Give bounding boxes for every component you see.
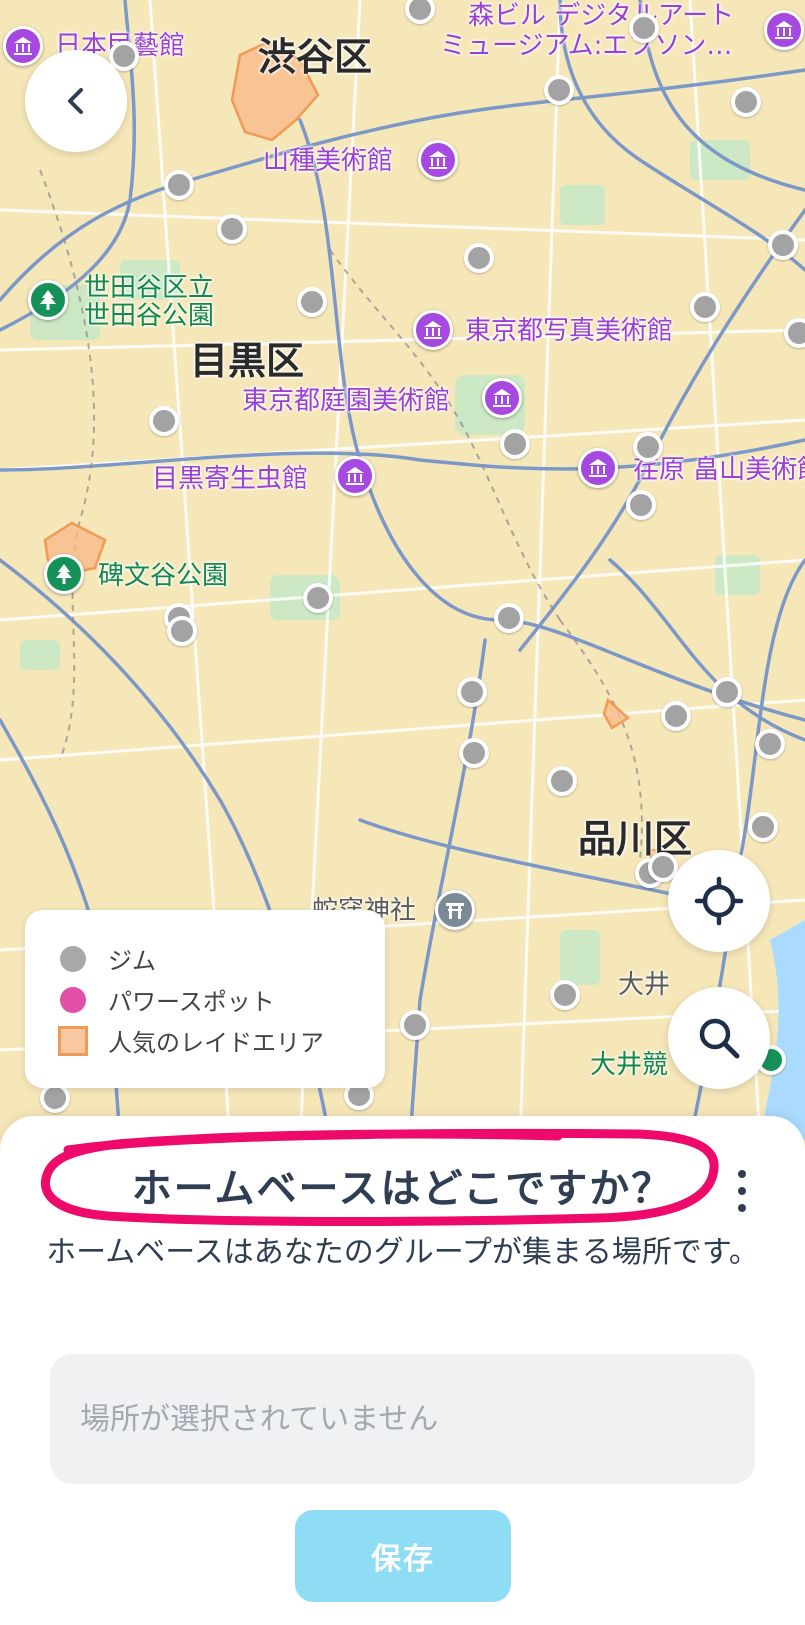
gym-marker[interactable] xyxy=(303,583,333,613)
gym-marker[interactable] xyxy=(459,738,489,768)
gym-marker[interactable] xyxy=(748,812,778,842)
museum-pin[interactable] xyxy=(418,140,458,180)
shrine-pin[interactable] xyxy=(435,890,475,930)
museum-pin[interactable] xyxy=(578,448,618,488)
app-screen: 渋谷区 目黒区 品川区 日本民藝館 森ビル デジタルアート ミュージアム:エプソ… xyxy=(0,0,805,1625)
gym-marker[interactable] xyxy=(633,432,663,462)
legend-label-raid-area: 人気のレイドエリア xyxy=(108,1029,324,1057)
ward-label-shinagawa: 品川区 xyxy=(578,817,693,861)
gym-marker[interactable] xyxy=(400,1010,430,1040)
poi-label-setagaya-2[interactable]: 世田谷公園 xyxy=(84,302,214,330)
gym-marker[interactable] xyxy=(149,406,179,436)
museum-pin[interactable] xyxy=(764,10,804,50)
chevron-left-icon xyxy=(68,88,83,114)
gym-marker[interactable] xyxy=(167,616,197,646)
torii-icon xyxy=(446,903,464,919)
museum-icon xyxy=(14,37,32,55)
tree-icon xyxy=(56,564,72,584)
gym-marker[interactable] xyxy=(457,677,487,707)
poi-label-himonya-park[interactable]: 碑文谷公園 xyxy=(98,562,228,590)
museum-icon xyxy=(493,389,511,407)
sheet-description: ホームベースはあなたのグループが集まる場所です。 xyxy=(46,1235,759,1270)
gym-marker[interactable] xyxy=(217,214,247,244)
gym-marker[interactable] xyxy=(550,980,580,1010)
poi-label-parasitological-museum[interactable]: 目黒寄生虫館 xyxy=(152,465,308,493)
gym-marker[interactable] xyxy=(544,75,574,105)
museum-pin[interactable] xyxy=(335,456,375,496)
museum-icon xyxy=(424,321,442,339)
poi-label-photography-museum[interactable]: 東京都写真美術館 xyxy=(465,317,673,345)
legend-label-power-spot: パワースポット xyxy=(108,988,275,1016)
gym-marker[interactable] xyxy=(547,766,577,796)
gym-marker[interactable] xyxy=(164,170,194,200)
poi-label-teien-museum[interactable]: 東京都庭園美術館 xyxy=(242,387,450,415)
gym-marker[interactable] xyxy=(626,490,656,520)
gym-marker[interactable] xyxy=(712,677,742,707)
museum-icon xyxy=(346,467,364,485)
homebase-sheet: ホームベースはどこですか？ ホームベースはあなたのグループが集まる場所です。 保… xyxy=(0,1116,805,1625)
museum-icon xyxy=(775,21,793,39)
place-label-oi: 大井 xyxy=(618,970,671,1000)
legend-label-gym: ジム xyxy=(108,947,156,975)
gym-marker[interactable] xyxy=(690,292,720,322)
park-pin[interactable] xyxy=(44,554,84,594)
map-legend: ジム パワースポット 人気のレイドエリア xyxy=(25,910,385,1088)
sheet-title: ホームベースはどこですか？ xyxy=(131,1166,674,1212)
poi-label-mori-digital-1[interactable]: 森ビル デジタルアート xyxy=(468,2,734,30)
museum-icon xyxy=(429,151,447,169)
more-options-button[interactable] xyxy=(727,1166,757,1216)
crosshair-icon xyxy=(694,876,744,926)
gym-marker[interactable] xyxy=(661,701,691,731)
legend-item-raid-area: 人気のレイドエリア xyxy=(58,1020,385,1061)
gym-marker[interactable] xyxy=(297,287,327,317)
gym-marker[interactable] xyxy=(500,429,530,459)
museum-pin[interactable] xyxy=(3,26,43,66)
museum-pin[interactable] xyxy=(482,378,522,418)
gym-marker[interactable] xyxy=(464,243,494,273)
more-dot xyxy=(738,1204,746,1212)
poi-label-oi-race[interactable]: 大井競 xyxy=(590,1051,668,1079)
power-spot-swatch-icon xyxy=(60,986,86,1013)
ward-label-shibuya: 渋谷区 xyxy=(258,35,373,79)
search-icon xyxy=(699,1018,740,1059)
more-vertical-icon xyxy=(738,1170,746,1178)
more-dot xyxy=(738,1187,746,1195)
back-button[interactable] xyxy=(25,50,127,152)
gym-marker[interactable] xyxy=(731,87,761,117)
search-button[interactable] xyxy=(668,987,770,1089)
ward-label-meguro: 目黒区 xyxy=(190,339,305,383)
tree-icon xyxy=(40,290,56,310)
locate-button[interactable] xyxy=(668,850,770,952)
legend-item-gym: ジム xyxy=(60,938,385,979)
poi-label-mori-digital-2[interactable]: ミュージアム:エプソン… xyxy=(440,32,732,60)
poi-label-hatakeyama-museum[interactable]: 荏原 畠山美術館 xyxy=(633,456,805,484)
gym-marker[interactable] xyxy=(629,13,659,43)
museum-pin[interactable] xyxy=(413,310,453,350)
gym-marker[interactable] xyxy=(768,230,798,260)
park-pin[interactable] xyxy=(28,280,68,320)
gym-swatch-icon xyxy=(60,945,86,972)
raid-area-swatch-icon xyxy=(58,1025,88,1056)
museum-icon xyxy=(589,459,607,477)
poi-label-yamatane[interactable]: 山種美術館 xyxy=(263,147,393,175)
location-field[interactable] xyxy=(50,1354,755,1484)
gym-marker[interactable] xyxy=(494,603,524,633)
save-button[interactable]: 保存 xyxy=(295,1510,511,1602)
poi-label-setagaya-1[interactable]: 世田谷区立 xyxy=(84,274,214,302)
legend-item-power-spot: パワースポット xyxy=(60,979,385,1020)
gym-marker[interactable] xyxy=(755,729,785,759)
